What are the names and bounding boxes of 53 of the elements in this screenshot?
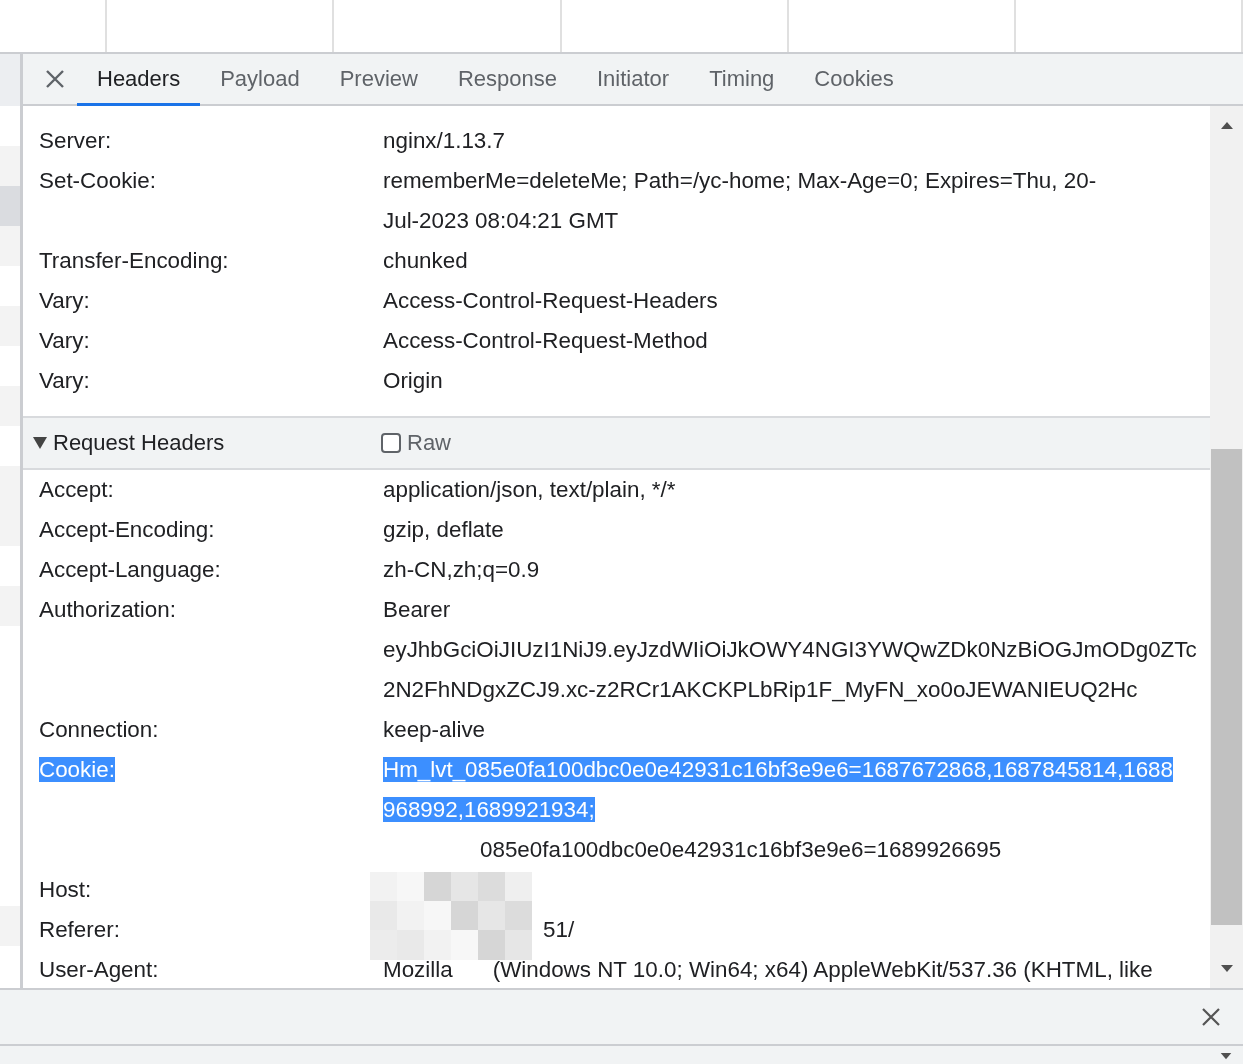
header-name: Server: xyxy=(39,128,112,153)
scroll-down-icon[interactable] xyxy=(1218,964,1235,974)
header-name: Vary: xyxy=(39,288,90,313)
header-name: Connection: xyxy=(39,717,159,742)
header-value: (Windows NT 10.0; Win64; x64) AppleWebKit/537.36 (KHTML, like xyxy=(492,957,1153,982)
header-value: gzip, deflate xyxy=(383,517,504,542)
header-name: Host: xyxy=(39,877,92,902)
header-value: 085e0fa100dbc0e0e42931c16bf3e9e6=1689926695 xyxy=(480,837,1002,862)
header-name: Set-Cookie: xyxy=(39,168,156,193)
header-value: nginx/1.13.7 xyxy=(383,128,505,153)
section-title: Request Headers xyxy=(53,430,226,456)
header-value: 2N2FhNDgxZCJ9.xc-z2RCr1AKCKPLbRip1F_MyFN_xo0oJEWANIEUQ2Hc xyxy=(383,677,1138,702)
header-name: Vary: xyxy=(39,368,90,393)
header-name: Vary: xyxy=(39,328,90,353)
expanded-triangle-icon[interactable] xyxy=(33,437,47,449)
header-name: Transfer-Encoding: xyxy=(39,248,229,273)
caret-down-icon[interactable] xyxy=(1219,1051,1233,1061)
tab[interactable]: Preview xyxy=(319,54,438,106)
close-icon[interactable] xyxy=(1201,1007,1221,1027)
header-name: User-Agent: xyxy=(39,957,159,982)
header-value: rememberMe=deleteMe; Path=/yc-home; Max-Age=0; Expires=Thu, 20- xyxy=(383,168,1097,193)
tab[interactable]: Cookies xyxy=(794,54,914,106)
header-value: zh-CN,zh;q=0.9 xyxy=(383,557,540,582)
tab[interactable]: Initiator xyxy=(577,54,690,106)
tab[interactable]: Timing xyxy=(689,54,795,106)
header-name: Cookie: xyxy=(39,757,115,782)
header-value: Bearer xyxy=(383,597,451,622)
header-value: Mozilla xyxy=(383,957,453,982)
header-value: keep-alive xyxy=(383,717,486,742)
tab[interactable]: Payload xyxy=(200,54,320,106)
scrollbar[interactable] xyxy=(1210,106,1243,988)
header-value: Jul-2023 08:04:21 GMT xyxy=(383,208,619,233)
checkbox[interactable] xyxy=(381,433,401,453)
scroll-up-icon[interactable] xyxy=(1218,120,1235,130)
header-name: Accept-Language: xyxy=(39,557,221,582)
section-header[interactable]: Request Headers Raw xyxy=(23,416,1210,470)
header-name: Referer: xyxy=(39,917,120,942)
checkbox-label[interactable]: Raw xyxy=(407,430,451,456)
tab[interactable]: Headers xyxy=(77,54,201,106)
header-name: Authorization: xyxy=(39,597,176,622)
header-value: Access-Control-Request-Method xyxy=(383,328,708,353)
header-value: application/json, text/plain, */* xyxy=(383,477,676,502)
scrollbar-thumb[interactable] xyxy=(1211,449,1242,925)
header-name: Accept: xyxy=(39,477,114,502)
header-name: Accept-Encoding: xyxy=(39,517,215,542)
header-value: 968992,1689921934; xyxy=(383,797,595,822)
tab[interactable]: Response xyxy=(437,54,577,106)
header-value: Hm_lvt_085e0fa100dbc0e0e42931c16bf3e9e6=1687672868,1687845814,1688 xyxy=(383,757,1173,782)
header-value: Origin xyxy=(383,368,443,393)
header-value: Access-Control-Request-Headers xyxy=(383,288,718,313)
header-value: chunked xyxy=(383,248,468,273)
header-value: eyJhbGciOiJIUzI1NiJ9.eyJzdWIiOiJkOWY4NGI3YWQwZDk0NzBiOGJmODg0ZTc xyxy=(383,637,1197,662)
header-value: 51/ xyxy=(543,917,575,942)
